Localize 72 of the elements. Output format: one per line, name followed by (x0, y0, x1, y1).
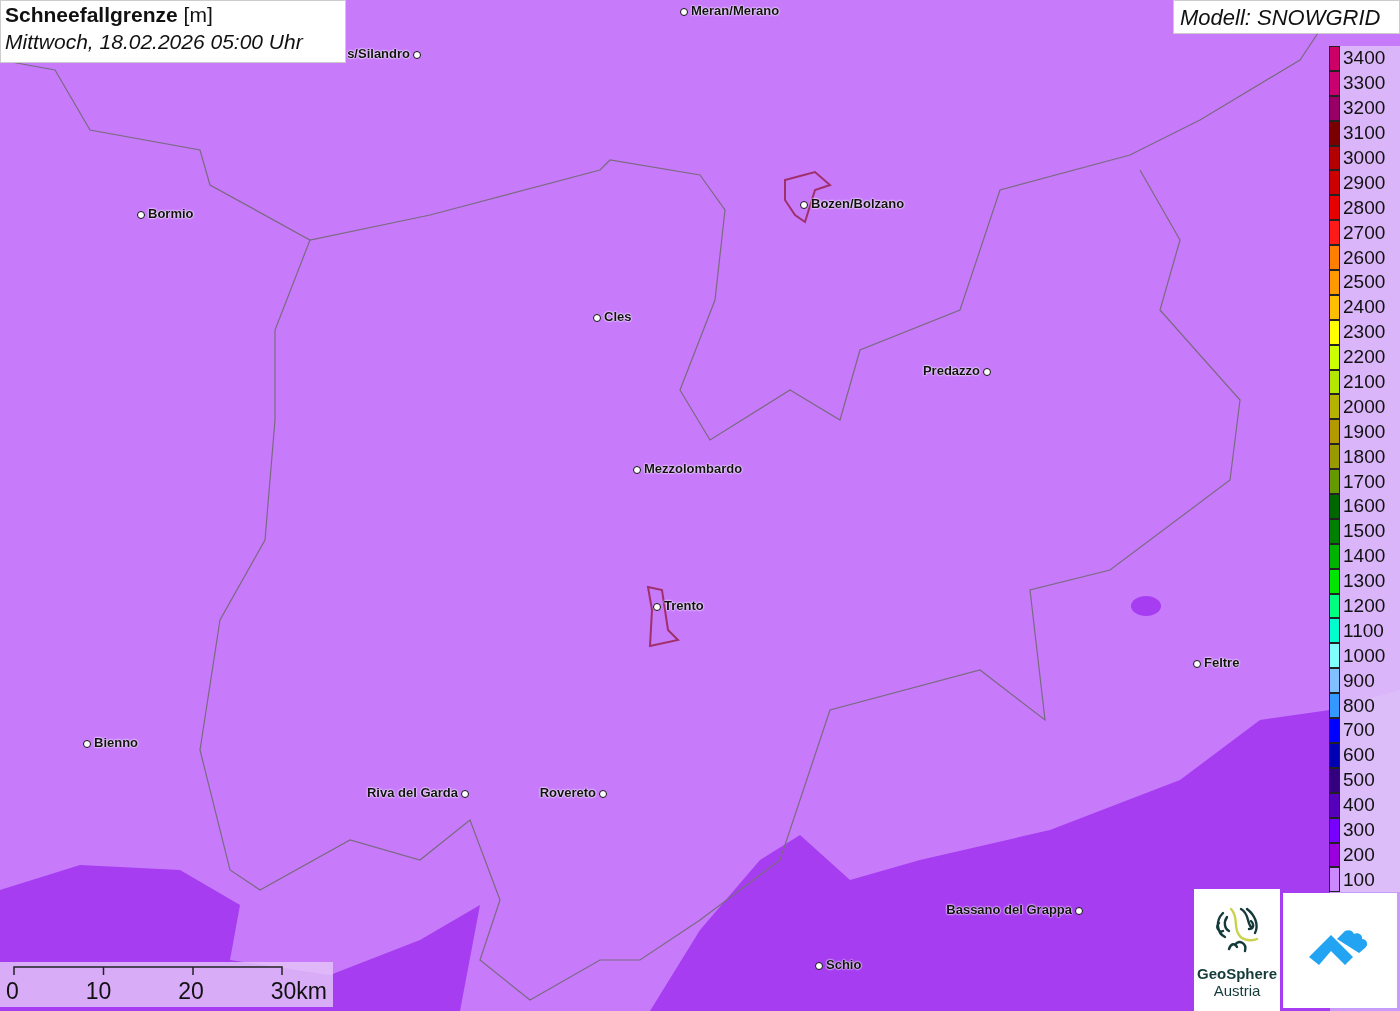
legend-value: 2800 (1343, 196, 1386, 219)
legend-value: 100 (1343, 868, 1375, 891)
place-marker-icon (680, 8, 688, 16)
legend-value: 3400 (1343, 47, 1386, 70)
legend-value: 1100 (1343, 619, 1384, 642)
legend-value: 2500 (1343, 271, 1386, 294)
place-marker-icon (83, 740, 91, 748)
place-marker-icon (137, 211, 145, 219)
place-label: Bassano del Grappa (946, 902, 1072, 917)
legend-value: 400 (1343, 794, 1375, 817)
legend-value: 2400 (1343, 296, 1386, 319)
legend-value: 3300 (1343, 72, 1386, 95)
legend-value: 2700 (1343, 221, 1386, 244)
legend-value: 500 (1343, 769, 1375, 792)
legend-value: 2600 (1343, 246, 1386, 269)
place-label: Trento (664, 598, 704, 613)
legend-value: 2300 (1343, 321, 1386, 344)
legend-value: 2000 (1343, 395, 1386, 418)
map-date: Mittwoch, 18.02.2026 05:00 Uhr (5, 30, 305, 54)
place-label: Riva del Garda (366, 785, 458, 800)
logo-subtitle: Austria (1213, 982, 1261, 999)
place-label: Bienno (94, 735, 139, 750)
legend-value: 200 (1343, 843, 1375, 866)
legend-value: 1200 (1343, 595, 1386, 618)
legend-value: 1700 (1343, 470, 1386, 493)
legend-value: 1400 (1343, 545, 1386, 568)
legend-value: 2100 (1343, 371, 1386, 393)
scale-label: 10 (85, 978, 112, 1005)
legend-value: 1800 (1343, 445, 1386, 468)
legend-value: 3100 (1343, 122, 1386, 145)
place-marker-icon (413, 51, 421, 59)
legend-value: 2900 (1343, 171, 1386, 194)
legend-value: 3200 (1343, 97, 1386, 120)
legend-value: 700 (1343, 719, 1375, 742)
place-label: Meran/Merano (691, 3, 780, 18)
legend-value: 1300 (1343, 570, 1386, 593)
place-marker-icon (599, 790, 607, 798)
place-marker-icon (593, 314, 601, 322)
place-marker-icon (461, 790, 469, 798)
legend-value: 2200 (1343, 346, 1386, 369)
place-label: Rovereto (539, 785, 596, 800)
place-label: Cles (604, 309, 632, 324)
place-label: Mezzolombardo (644, 461, 743, 476)
place-marker-icon (800, 201, 808, 209)
place-marker-icon (1193, 660, 1201, 668)
place-label: Schio (826, 957, 862, 972)
logo-name: GeoSphere (1197, 965, 1277, 982)
place-label: Feltre (1204, 655, 1240, 670)
legend-value: 1900 (1343, 420, 1386, 443)
legend-value: 900 (1343, 669, 1375, 692)
place-marker-icon (653, 603, 661, 611)
place-marker-icon (1075, 907, 1083, 915)
scale-label: 30km (270, 978, 327, 1005)
place-marker-icon (983, 368, 991, 376)
legend-value: 1600 (1343, 495, 1386, 518)
legend-value: 3000 (1343, 147, 1386, 169)
snowline-patch (1131, 596, 1161, 616)
place-label: Bozen/Bolzano (811, 196, 905, 211)
scale-label: 0 (6, 978, 19, 1005)
legend-value: 300 (1343, 819, 1375, 842)
place-label: Bormio (148, 206, 194, 221)
place-label: s/Silandro (347, 46, 410, 61)
model-label: Modell: SNOWGRID (1173, 0, 1400, 34)
legend-value: 1000 (1343, 644, 1386, 667)
legend-value: 1500 (1343, 520, 1386, 543)
legend-value: 600 (1343, 744, 1375, 767)
legend-value: 800 (1343, 694, 1375, 717)
map-title: Schneefallgrenze [m] (5, 3, 214, 27)
scale-label: 20 (178, 978, 204, 1005)
place-marker-icon (815, 962, 823, 970)
place-marker-icon (633, 466, 641, 474)
place-label: Predazzo (922, 363, 980, 378)
